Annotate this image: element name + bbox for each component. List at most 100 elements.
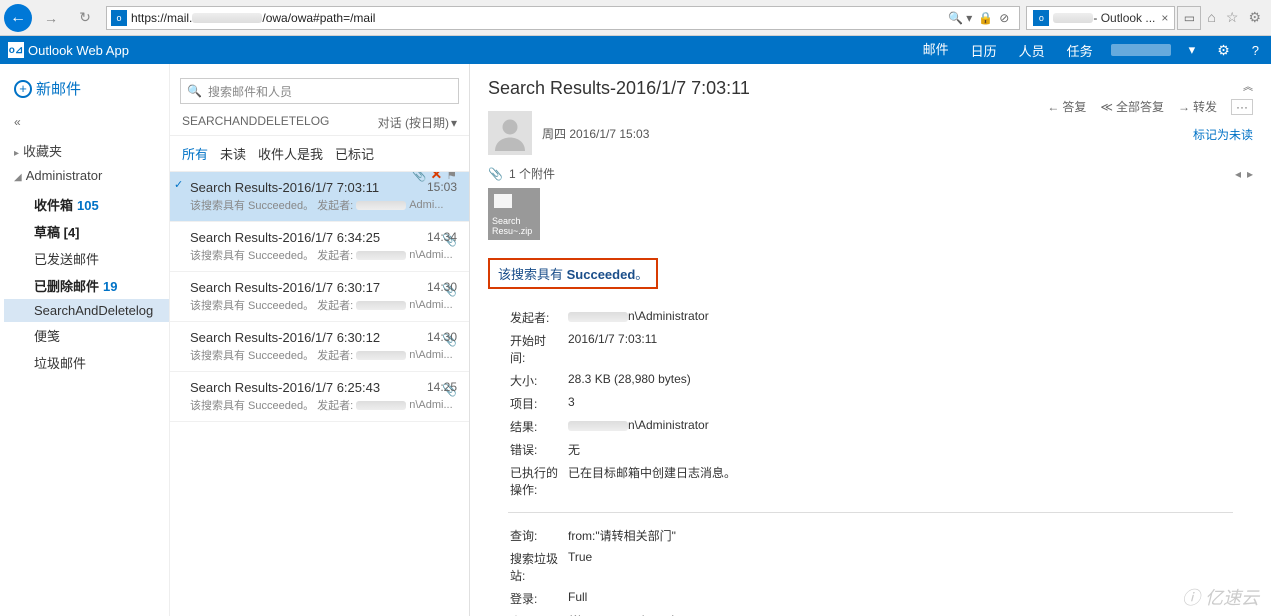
detail-key: 开始时间: <box>510 330 566 368</box>
detail-row: 项目:3 <box>510 393 744 414</box>
reading-pane: Search Results-2016/1/7 7:03:11 ︽ ← 答复 ≪… <box>470 64 1271 616</box>
address-bar[interactable]: o https://mail./owa/owa#path=/mail 🔍 ▾ 🔒… <box>106 6 1020 30</box>
mark-unread-link[interactable]: 标记为未读 <box>1193 126 1253 143</box>
message-actions: ︽ <box>1243 78 1253 93</box>
message-subject: Search Results-2016/1/7 6:34:25 <box>190 230 457 245</box>
detail-key: 发起者: <box>510 307 566 328</box>
folder-title: SEARCHANDDELETELOG <box>182 114 329 131</box>
message-actions-row: ← 答复 ≪ 全部答复 → 转发 ··· <box>1047 98 1253 115</box>
message-item[interactable]: 📎Search Results-2016/1/7 6:30:12该搜索具有 Su… <box>170 322 469 372</box>
folder-item[interactable]: 草稿 [4] <box>14 218 159 245</box>
folder-item[interactable]: 收件箱105 <box>14 191 159 218</box>
owa-logo: o⊿ Outlook Web App <box>8 42 129 58</box>
details-table-2: 查询:from:"请转相关部门"搜索垃圾站:True登录:Full来源:(1)\… <box>508 523 708 616</box>
folder-item[interactable]: 已删除邮件19 <box>14 272 159 299</box>
nav-back-button[interactable]: ← <box>4 4 32 32</box>
folder-item[interactable]: 便笺 <box>14 322 159 349</box>
settings-gear-icon[interactable]: ⚙ <box>1213 36 1234 65</box>
search-input[interactable]: 🔍 搜索邮件和人员 <box>180 78 459 104</box>
message-preview: 该搜索具有 Succeeded。 发起者:Admi... <box>190 197 457 213</box>
detail-value: 2016/1/7 7:03:11 <box>568 330 744 368</box>
nav-forward-button[interactable]: → <box>36 3 66 33</box>
help-icon[interactable]: ? <box>1248 37 1263 64</box>
watermark: ⓘ 亿速云 <box>1182 584 1259 610</box>
detail-value: 28.3 KB (28,980 bytes) <box>568 370 744 391</box>
new-tab-button[interactable]: ▭ <box>1177 6 1201 30</box>
message-time: 14:30 <box>427 280 457 294</box>
detail-row: 开始时间:2016/1/7 7:03:11 <box>510 330 744 368</box>
detail-key: 登录: <box>510 588 566 609</box>
nav-mail[interactable]: 邮件 <box>919 33 953 67</box>
detail-key: 搜索垃圾站: <box>510 548 566 586</box>
message-subject: Search Results-2016/1/7 6:30:12 <box>190 330 457 345</box>
message-item[interactable]: 📎Search Results-2016/1/7 6:34:25该搜索具有 Su… <box>170 222 469 272</box>
nav-favorites[interactable]: ▸收藏夹 <box>14 141 159 160</box>
attachment-count: 1 个附件 <box>509 165 555 182</box>
detail-value: 无 <box>568 439 744 460</box>
detail-separator <box>508 512 1233 513</box>
attachment-tile[interactable]: Search Resu~.zip <box>488 188 540 240</box>
message-time: 14:34 <box>427 230 457 244</box>
message-subject: Search Results-2016/1/7 6:30:17 <box>190 280 457 295</box>
reply-button[interactable]: ← 答复 <box>1047 98 1086 115</box>
folder-item[interactable]: 已发送邮件 <box>14 245 159 272</box>
message-time: 15:03 <box>427 180 457 194</box>
sent-date: 周四 2016/1/7 15:03 <box>542 125 649 142</box>
details-table-1: 发起者:n\Administrator开始时间:2016/1/7 7:03:11… <box>508 305 746 502</box>
reply-all-button[interactable]: ≪ 全部答复 <box>1100 98 1164 115</box>
nav-people[interactable]: 人员 <box>1015 35 1049 66</box>
filter-unread[interactable]: 未读 <box>220 144 246 163</box>
status-highlight: 该搜索具有 Succeeded。 <box>488 258 658 289</box>
detail-key: 查询: <box>510 525 566 546</box>
filter-tabs: 所有 未读 收件人是我 已标记 <box>170 136 469 172</box>
attach-prev-icon[interactable]: ◂ <box>1235 167 1241 181</box>
filter-flagged[interactable]: 已标记 <box>335 144 374 163</box>
nav-tasks[interactable]: 任务 <box>1063 35 1097 66</box>
filter-all[interactable]: 所有 <box>182 144 208 163</box>
detail-value: n\Administrator <box>568 307 744 328</box>
folder-item[interactable]: 垃圾邮件 <box>14 349 159 376</box>
new-mail-button[interactable]: + 新邮件 <box>14 78 159 99</box>
tab-close-button[interactable]: × <box>1161 11 1168 25</box>
message-item[interactable]: 📎Search Results-2016/1/7 6:30:17该搜索具有 Su… <box>170 272 469 322</box>
sender-row: 周四 2016/1/7 15:03 <box>488 111 1253 155</box>
message-subject: Search Results-2016/1/7 7:03:11 <box>488 78 1253 99</box>
forward-button[interactable]: → 转发 <box>1178 98 1217 115</box>
sender-info: 周四 2016/1/7 15:03 <box>542 125 649 142</box>
search-dropdown-icon[interactable]: 🔍 ▾ <box>948 11 972 25</box>
detail-key: 已执行的操作: <box>510 462 566 500</box>
attach-next-icon[interactable]: ▸ <box>1247 167 1253 181</box>
browser-chrome: ← → ↻ o https://mail./owa/owa#path=/mail… <box>0 0 1271 36</box>
nav-collapse-button[interactable]: « <box>14 115 159 129</box>
detail-value: from:"请转相关部门" <box>568 525 706 546</box>
sort-dropdown[interactable]: 对话 (按日期) ▾ <box>378 114 457 131</box>
message-preview: 该搜索具有 Succeeded。 发起者:n\Admi... <box>190 297 457 313</box>
detail-value: True <box>568 548 706 586</box>
plus-icon: + <box>14 80 32 98</box>
browser-tab[interactable]: o - Outlook ... × <box>1026 6 1175 30</box>
message-item[interactable]: 📎Search Results-2016/1/7 6:25:43该搜索具有 Su… <box>170 372 469 422</box>
nav-calendar[interactable]: 日历 <box>967 35 1001 66</box>
stop-icon[interactable]: ⊘ <box>999 11 1009 25</box>
message-preview: 该搜索具有 Succeeded。 发起者:n\Admi... <box>190 247 457 263</box>
user-menu-chevron[interactable]: ▾ <box>1185 36 1200 64</box>
nav-administrator[interactable]: ◢Administrator <box>14 168 159 183</box>
message-item[interactable]: ✓📎✕⚑Search Results-2016/1/7 7:03:11该搜索具有… <box>170 172 469 222</box>
message-list-pane: 🔍 搜索邮件和人员 SEARCHANDDELETELOG 对话 (按日期) ▾ … <box>170 64 470 616</box>
folder-item[interactable]: SearchAndDeletelog <box>4 299 169 322</box>
nav-refresh-button[interactable]: ↻ <box>70 3 100 33</box>
home-icon[interactable]: ⌂ <box>1207 9 1215 26</box>
search-icon: 🔍 <box>187 84 202 98</box>
owa-top-bar: o⊿ Outlook Web App 邮件 日历 人员 任务 ▾ ⚙ ? <box>0 36 1271 64</box>
detail-row: 已执行的操作:已在目标邮箱中创建日志消息。 <box>510 462 744 500</box>
favorites-icon[interactable]: ☆ <box>1226 9 1239 26</box>
message-items: ✓📎✕⚑Search Results-2016/1/7 7:03:11该搜索具有… <box>170 172 469 616</box>
filter-tome[interactable]: 收件人是我 <box>258 144 323 163</box>
tools-icon[interactable]: ⚙ <box>1248 9 1261 26</box>
more-actions-button[interactable]: ··· <box>1231 99 1253 115</box>
window-icons: ⌂ ☆ ⚙ <box>1207 9 1271 26</box>
detail-row: 结果:n\Administrator <box>510 416 744 437</box>
tab-icon: o <box>1033 10 1049 26</box>
expand-up-icon[interactable]: ︽ <box>1243 78 1253 93</box>
detail-value: 已在目标邮箱中创建日志消息。 <box>568 462 744 500</box>
